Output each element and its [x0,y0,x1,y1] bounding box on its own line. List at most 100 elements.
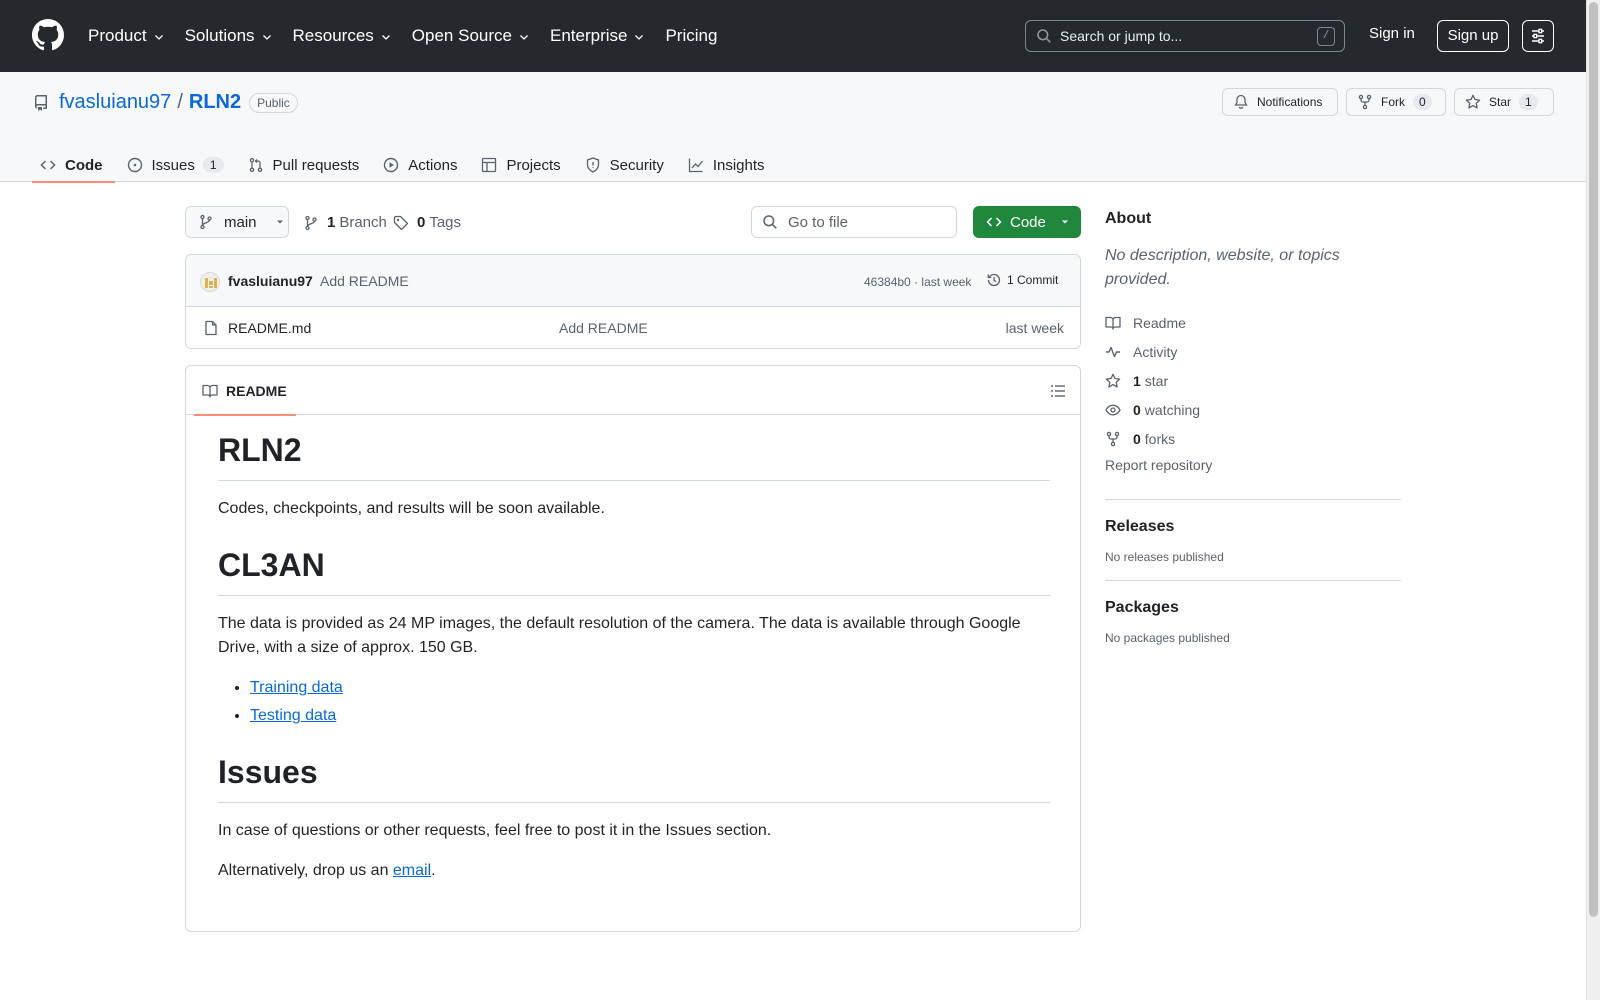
stars-link[interactable]: 1 star [1105,366,1401,395]
code-button-label: Code [1010,213,1046,231]
activity-link[interactable]: Activity [1105,337,1401,366]
tab-code-label: Code [65,156,103,174]
tags-count: 0 [417,214,426,231]
readme-paragraph-contact: Alternatively, drop us an email. [218,859,1050,883]
repo-title: fvasluianu97 / RLN2 Public [33,91,298,114]
tab-issues[interactable]: Issues 1 [119,148,236,182]
code-icon [986,217,1002,227]
file-name-link[interactable]: README.md [228,320,311,336]
branches-label: Branch [339,214,387,231]
tab-security[interactable]: Security [577,148,676,182]
readme-tab-label: README [226,382,287,399]
nav-pricing-label: Pricing [665,26,718,45]
latest-commit-row: fvasluianu97 Add README 46384b0 · last w… [186,255,1080,307]
play-icon [384,157,399,173]
tab-code[interactable]: Code [32,148,115,183]
star-button[interactable]: Star 1 [1454,88,1554,116]
search-input[interactable]: Search or jump to... / [1025,20,1345,52]
tab-projects[interactable]: Projects [473,148,572,182]
tab-actions-label: Actions [408,156,458,174]
star-count: 1 [1519,94,1538,110]
book-icon [1105,316,1121,330]
code-dropdown-button[interactable]: Code [973,206,1081,238]
branch-selector[interactable]: main [185,206,289,238]
packages-heading[interactable]: Packages [1105,599,1401,617]
chevron-down-icon [262,35,271,40]
chevron-down-icon [381,35,390,40]
readme-link[interactable]: Readme [1105,308,1401,337]
repo-name-link[interactable]: RLN2 [189,91,241,114]
packages-section: Packages No packages published [1105,581,1401,661]
tags-link[interactable]: 0 Tags [393,214,461,231]
branches-link[interactable]: 1 Branch [303,214,387,231]
commit-message-link[interactable]: Add README [320,273,409,289]
repo-forked-icon [1358,94,1372,110]
contact-text: Alternatively, drop us an [218,862,393,879]
packages-empty-text: No packages published [1105,631,1230,645]
notifications-label: Notifications [1257,95,1323,109]
sign-in-link[interactable]: Sign in [1369,25,1415,42]
nav-open-source-label: Open Source [411,26,512,45]
search-icon [1037,29,1051,43]
readme-heading-dataset: CL3AN [218,545,1050,596]
go-to-file-input[interactable]: Go to file [751,206,957,238]
table-row[interactable]: README.md Add README last week [186,307,1080,348]
nav-enterprise[interactable]: Enterprise [550,26,645,46]
book-icon [202,384,218,398]
settings-menu-button[interactable] [1522,20,1554,52]
releases-heading[interactable]: Releases [1105,518,1401,536]
repo-owner-link[interactable]: fvasluianu97 [59,91,171,114]
triangle-down-icon [1061,220,1068,224]
tab-insights[interactable]: Insights [680,148,777,182]
chevron-down-icon [635,35,644,40]
commit-history-link[interactable]: 1 Commit [986,272,1058,288]
file-commit-message-link[interactable]: Add README [559,320,648,336]
issue-opened-icon [127,157,142,173]
git-branch-icon [305,215,317,230]
training-data-link[interactable]: Training data [250,679,343,696]
watchers-link[interactable]: 0 watching [1105,395,1401,424]
chevron-down-icon [154,35,163,40]
about-description: No description, website, or topics provi… [1105,247,1340,288]
email-link[interactable]: email [393,862,431,879]
watching-label: watching [1144,401,1201,418]
search-placeholder: Search or jump to... [1060,28,1183,44]
nav-product[interactable]: Product [88,26,165,46]
nav-pricing[interactable]: Pricing [665,26,717,46]
nav-open-source[interactable]: Open Source [412,26,530,46]
tag-icon [393,215,409,230]
about-links: Readme Activity 1 star 0 watching 0 fork… [1105,308,1401,483]
list-unordered-icon[interactable] [1050,383,1066,399]
sign-up-button[interactable]: Sign up [1437,20,1509,52]
fork-label: Fork [1381,95,1405,109]
nav-solutions[interactable]: Solutions [185,26,273,46]
shield-icon [586,157,599,173]
tab-actions[interactable]: Actions [375,148,469,182]
commit-hash-text: 46384b0 [864,275,911,289]
forks-link[interactable]: 0 forks [1105,424,1401,453]
readme-tab[interactable]: README [194,366,296,416]
releases-section: Releases No releases published [1105,500,1401,580]
commit-author-link[interactable]: fvasluianu97 [228,273,313,289]
readme-paragraph-data: The data is provided as 24 MP images, th… [218,615,1021,656]
tab-pull-requests[interactable]: Pull requests [240,148,372,182]
fork-button[interactable]: Fork 0 [1346,88,1446,116]
commit-hash[interactable]: 46384b0 · last week [864,275,971,289]
report-repository-link[interactable]: Report repository [1105,457,1401,483]
readme-heading-issues: Issues [218,752,1050,803]
scrollbar-thumb[interactable] [1589,2,1598,917]
activity-link-label: Activity [1133,343,1178,360]
nav-resources[interactable]: Resources [293,26,392,46]
about-heading: About [1105,210,1152,227]
github-logo-icon[interactable] [32,19,64,51]
nav-solutions-label: Solutions [184,26,255,45]
repo-tabs: Code Issues 1 Pull requests Actions Proj… [32,148,781,183]
avatar[interactable] [200,272,220,292]
notifications-button[interactable]: Notifications [1222,88,1338,116]
releases-empty-text: No releases published [1105,550,1224,564]
readme-paragraph-issues: In case of questions or other requests, … [218,822,772,839]
nav-enterprise-label: Enterprise [549,26,628,45]
testing-data-link[interactable]: Testing data [250,707,336,724]
repo-icon [35,94,47,111]
readme-panel: README RLN2 Codes, checkpoints, and resu… [185,365,1081,932]
